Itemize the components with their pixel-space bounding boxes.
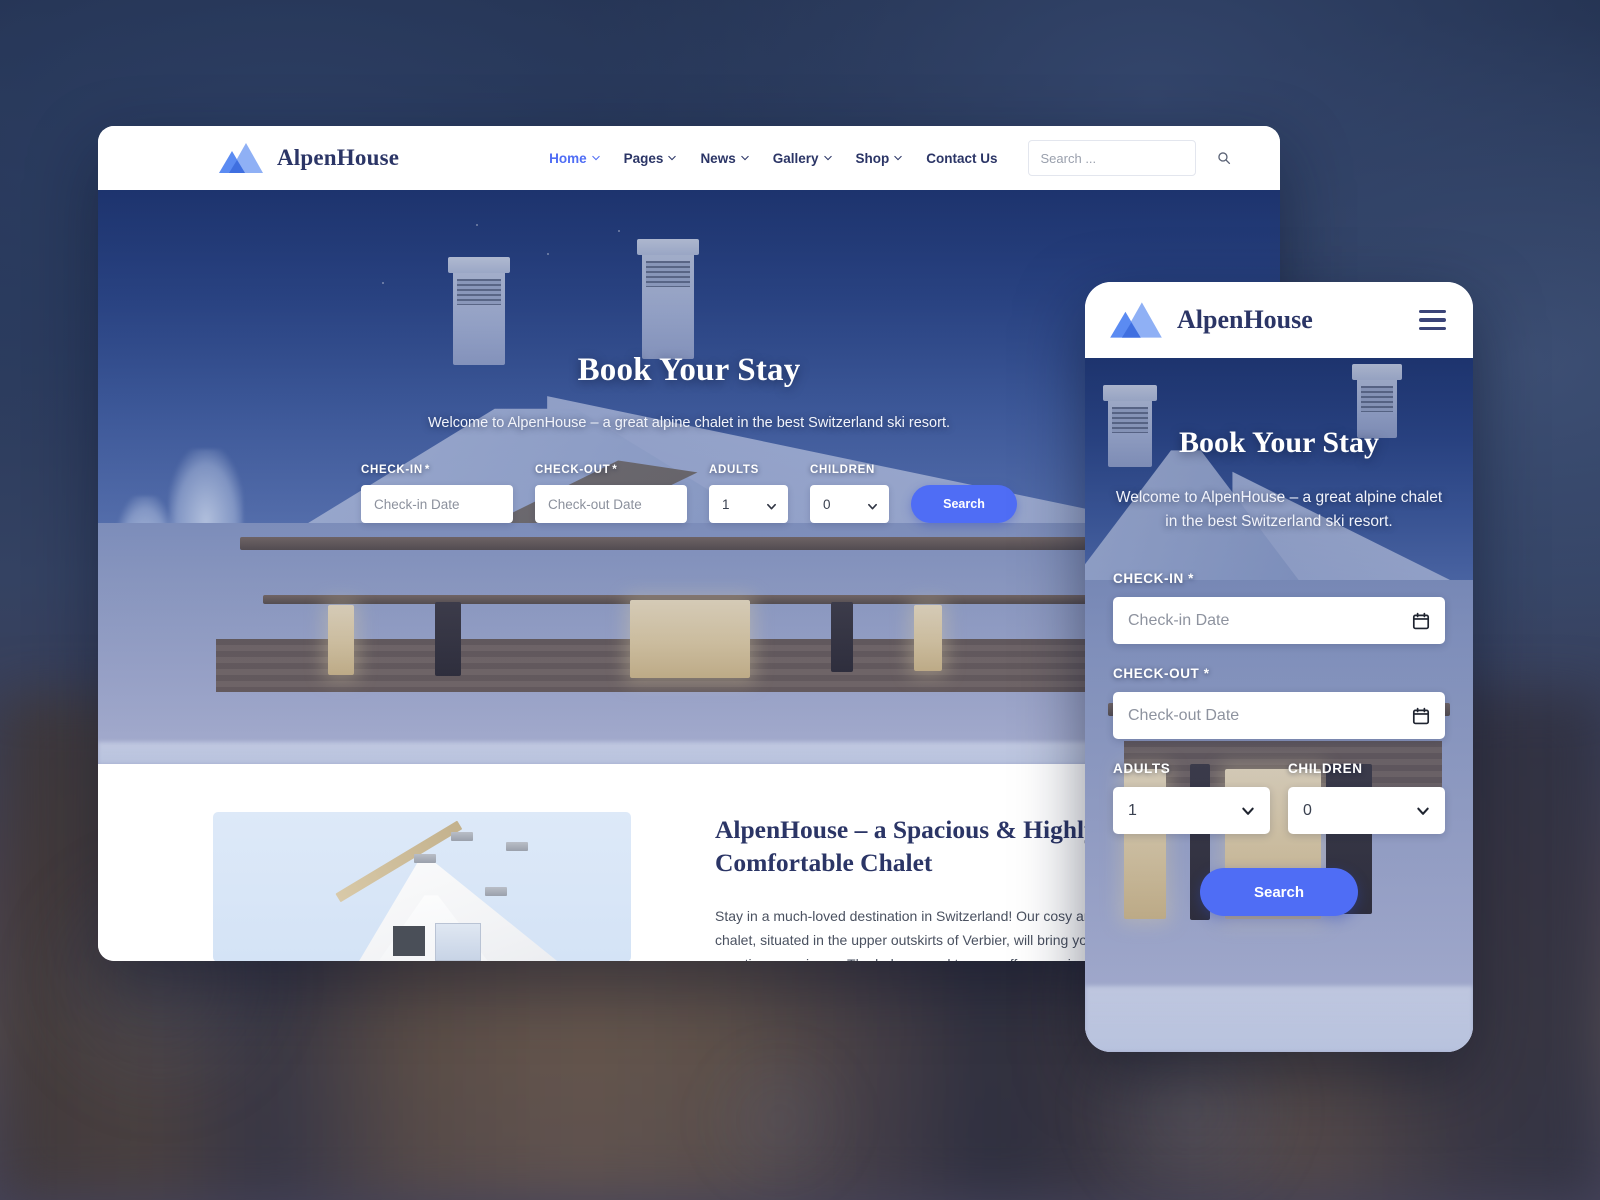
search-icon[interactable]	[1217, 151, 1231, 165]
chevron-down-icon[interactable]	[1241, 804, 1255, 818]
checkin-label-text: CHECK-IN	[361, 464, 423, 476]
mobile-adults-label: ADULTS	[1113, 761, 1171, 777]
nav-item-pages[interactable]: Pages	[624, 151, 677, 166]
checkout-label-text: CHECK-OUT	[535, 464, 611, 476]
brand-logo[interactable]: AlpenHouse	[218, 141, 399, 175]
nav-label: Pages	[623, 150, 664, 166]
chalet-thumbnail-image	[213, 812, 631, 961]
nav-label: News	[700, 150, 736, 166]
chevron-down-icon	[823, 154, 832, 162]
children-label: CHILDREN	[810, 464, 876, 476]
hero-title: Book Your Stay	[577, 352, 801, 388]
chevron-down-icon	[591, 154, 600, 162]
nav-item-gallery[interactable]: Gallery	[773, 151, 832, 166]
about-title: AlpenHouse – a Spacious & Highly Comfort…	[715, 815, 1097, 877]
mobile-children-value: 0	[1303, 801, 1312, 819]
mobile-checkin-input[interactable]	[1128, 611, 1412, 630]
desktop-main-nav: Home Pages News Gallery Shop Contact Us	[549, 151, 997, 166]
nav-item-news[interactable]: News	[700, 150, 749, 166]
mobile-hero-title: Book Your Stay	[1178, 426, 1380, 459]
about-body: Stay in a much-loved destination in Swit…	[715, 908, 1134, 961]
nav-item-shop[interactable]: Shop	[856, 151, 903, 166]
checkout-input[interactable]	[548, 496, 725, 512]
chevron-down-icon	[668, 154, 677, 162]
mobile-checkout-label-text: CHECK-OUT	[1113, 666, 1200, 682]
mobile-guests-row: ADULTS 1 CHILDREN 0	[1113, 761, 1445, 835]
hero-subtitle: Welcome to AlpenHouse – a great alpine c…	[427, 415, 950, 431]
children-select[interactable]: 0	[810, 485, 889, 523]
hamburger-bar	[1419, 326, 1446, 331]
checkin-input-wrap[interactable]	[361, 485, 566, 523]
mobile-children-select[interactable]: 0	[1288, 787, 1445, 835]
nav-label: Gallery	[772, 150, 819, 166]
hamburger-menu-icon[interactable]	[1419, 309, 1446, 331]
nav-label: Shop	[855, 150, 890, 166]
nav-label: Home	[549, 150, 587, 166]
mobile-adults-select[interactable]: 1	[1113, 787, 1270, 835]
mobile-booking-form: CHECK-IN * CHECK-OUT *	[1113, 571, 1445, 917]
chevron-down-icon	[740, 154, 749, 162]
mobile-brand-name: AlpenHouse	[1177, 305, 1313, 334]
calendar-icon[interactable]	[1412, 612, 1430, 630]
required-marker: *	[424, 464, 431, 476]
required-marker: *	[1203, 666, 1210, 682]
field-children: CHILDREN 0	[810, 464, 889, 523]
mountain-logo-icon	[219, 143, 263, 173]
mobile-checkout-label: CHECK-OUT *	[1113, 666, 1445, 681]
checkout-input-wrap[interactable]	[535, 485, 740, 523]
calendar-icon[interactable]	[1412, 707, 1430, 725]
adults-value: 1	[722, 496, 730, 512]
chevron-down-icon[interactable]	[867, 499, 878, 510]
required-marker: *	[1188, 571, 1195, 587]
mobile-field-children: CHILDREN 0	[1288, 761, 1445, 835]
hamburger-bar	[1419, 318, 1446, 322]
search-input[interactable]	[1040, 150, 1217, 166]
mobile-hero-content: Book Your Stay Welcome to AlpenHouse – a…	[1085, 358, 1473, 1052]
field-checkout: CHECK-OUT *	[535, 464, 740, 523]
desktop-header: AlpenHouse Home Pages News Gallery Shop …	[98, 126, 1280, 190]
mobile-checkin-label: CHECK-IN *	[1113, 571, 1445, 586]
mobile-checkout-input-wrap[interactable]	[1113, 692, 1445, 740]
mobile-checkin-input-wrap[interactable]	[1113, 597, 1445, 645]
adults-select[interactable]: 1	[709, 485, 788, 523]
mountain-logo-icon	[1110, 302, 1162, 338]
mobile-field-adults: ADULTS 1	[1113, 761, 1270, 835]
mobile-header: AlpenHouse	[1085, 282, 1473, 358]
mobile-hero-subtitle: Welcome to AlpenHouse – a great alpine c…	[1115, 489, 1443, 531]
checkin-label: CHECK-IN *	[361, 464, 513, 476]
mobile-checkin-label-text: CHECK-IN	[1113, 571, 1184, 587]
mobile-booking-search-button[interactable]: Search	[1200, 868, 1358, 917]
nav-item-contact-us[interactable]: Contact Us	[926, 151, 997, 166]
mobile-search-button-wrap: Search	[1113, 868, 1445, 917]
booking-search-button[interactable]: Search	[911, 485, 1017, 523]
field-adults: ADULTS 1	[709, 464, 788, 523]
chevron-down-icon	[894, 154, 902, 162]
header-search-box[interactable]	[1027, 140, 1230, 176]
chevron-down-icon[interactable]	[766, 499, 777, 510]
children-value: 0	[823, 496, 831, 512]
chevron-down-icon[interactable]	[1416, 804, 1430, 818]
adults-label: ADULTS	[709, 464, 759, 476]
checkin-input[interactable]	[374, 496, 551, 512]
mobile-device-preview: AlpenHouse Book Your Stay Welcome to Alp…	[1085, 282, 1473, 1052]
mobile-brand-logo[interactable]: AlpenHouse	[1109, 299, 1313, 341]
nav-item-home[interactable]: Home	[549, 151, 600, 166]
brand-name: AlpenHouse	[277, 145, 400, 170]
checkout-label: CHECK-OUT *	[535, 464, 687, 476]
required-marker: *	[612, 464, 618, 476]
booking-form: CHECK-IN* CHECK-OUT*	[361, 464, 1017, 523]
mobile-checkout-input[interactable]	[1128, 706, 1412, 725]
mobile-hero: Book Your Stay Welcome to AlpenHouse – a…	[1085, 358, 1473, 1052]
mobile-children-label: CHILDREN	[1288, 761, 1363, 777]
about-text-column: AlpenHouse – a Spacious & Highly Comfort…	[715, 812, 1145, 961]
field-checkin: CHECK-IN *	[361, 464, 566, 523]
nav-label: Contact Us	[926, 150, 998, 166]
mobile-adults-value: 1	[1128, 801, 1137, 819]
hamburger-bar	[1419, 309, 1446, 314]
